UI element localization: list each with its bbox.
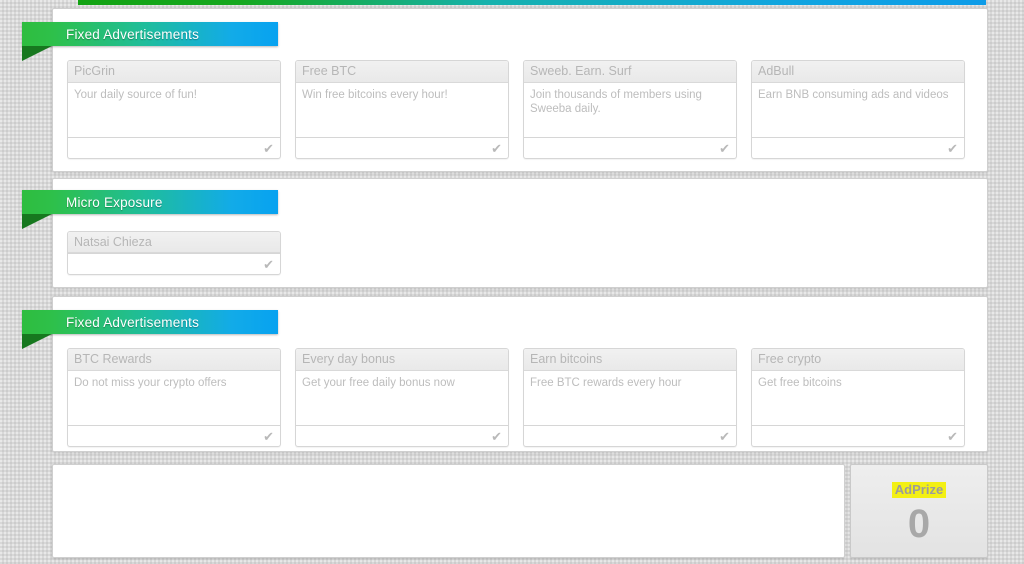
ad-card-description: Join thousands of members using Sweeba d… [530, 89, 702, 115]
ad-card-description: Free BTC rewards every hour [530, 377, 682, 389]
ad-card-title: BTC Rewards [68, 349, 280, 371]
ad-card-description: Get free bitcoins [758, 377, 842, 389]
ad-card[interactable]: PicGrin Your daily source of fun! ✔ [67, 60, 281, 159]
ribbon-banner: Fixed Advertisements [22, 310, 278, 334]
ad-card[interactable]: AdBull Earn BNB consuming ads and videos… [751, 60, 965, 159]
ad-card-title: PicGrin [68, 61, 280, 83]
ad-card-footer: ✔ [68, 425, 280, 446]
check-icon[interactable]: ✔ [263, 258, 274, 271]
ribbon-fold-shape [22, 46, 52, 61]
ad-card[interactable]: BTC Rewards Do not miss your crypto offe… [67, 348, 281, 447]
ad-card[interactable]: Sweeb. Earn. Surf Join thousands of memb… [523, 60, 737, 159]
ad-card-description: Win free bitcoins every hour! [302, 89, 448, 101]
adprize-inner: AdPrize 0 [851, 465, 987, 557]
check-icon[interactable]: ✔ [719, 142, 730, 155]
ad-card-footer: ✔ [752, 425, 964, 446]
section-title: Fixed Advertisements [66, 26, 200, 42]
check-icon[interactable]: ✔ [491, 430, 502, 443]
check-icon[interactable]: ✔ [263, 430, 274, 443]
top-gradient-bar [78, 0, 986, 5]
ad-card[interactable]: Free crypto Get free bitcoins ✔ [751, 348, 965, 447]
ad-card-title: Sweeb. Earn. Surf [524, 61, 736, 83]
ad-card[interactable]: Natsai Chieza ✔ [67, 231, 281, 275]
section-ribbon-micro-exposure: Micro Exposure [22, 190, 278, 229]
check-icon[interactable]: ✔ [263, 142, 274, 155]
ad-card-footer: ✔ [524, 425, 736, 446]
section-title: Micro Exposure [66, 194, 163, 210]
ad-card-row-2: Natsai Chieza ✔ [67, 231, 295, 275]
ribbon-fold-shape [22, 334, 52, 349]
ad-card-title: Natsai Chieza [68, 232, 280, 254]
bottom-content-panel [52, 464, 845, 558]
section-ribbon-fixed-advertisements-2: Fixed Advertisements [22, 310, 278, 349]
ad-card-row-3: BTC Rewards Do not miss your crypto offe… [67, 348, 979, 447]
check-icon[interactable]: ✔ [947, 142, 958, 155]
ad-card-footer: ✔ [68, 253, 280, 274]
section-ribbon-fixed-advertisements-1: Fixed Advertisements [22, 22, 278, 61]
ad-card-footer: ✔ [752, 137, 964, 158]
ad-card[interactable]: Every day bonus Get your free daily bonu… [295, 348, 509, 447]
adprize-title: AdPrize [891, 482, 947, 498]
ad-card-description: Get your free daily bonus now [302, 377, 455, 389]
check-icon[interactable]: ✔ [719, 430, 730, 443]
ad-card-title: AdBull [752, 61, 964, 83]
ad-card-description: Do not miss your crypto offers [74, 377, 227, 389]
section-title: Fixed Advertisements [66, 314, 200, 330]
ad-card[interactable]: Free BTC Win free bitcoins every hour! ✔ [295, 60, 509, 159]
ad-card-description: Your daily source of fun! [74, 89, 197, 101]
ad-card-title: Earn bitcoins [524, 349, 736, 371]
ribbon-banner: Fixed Advertisements [22, 22, 278, 46]
ad-card-footer: ✔ [68, 137, 280, 158]
ad-card-title: Free crypto [752, 349, 964, 371]
ad-card-footer: ✔ [296, 425, 508, 446]
ad-card-title: Free BTC [296, 61, 508, 83]
ad-card[interactable]: Earn bitcoins Free BTC rewards every hou… [523, 348, 737, 447]
adprize-panel[interactable]: AdPrize 0 [850, 464, 988, 558]
ad-card-footer: ✔ [296, 137, 508, 158]
ribbon-fold-shape [22, 214, 52, 229]
check-icon[interactable]: ✔ [947, 430, 958, 443]
ad-card-footer: ✔ [524, 137, 736, 158]
ad-card-description: Earn BNB consuming ads and videos [758, 89, 949, 101]
ad-card-row-1: PicGrin Your daily source of fun! ✔ Free… [67, 60, 979, 159]
ribbon-banner: Micro Exposure [22, 190, 278, 214]
adprize-count: 0 [907, 502, 931, 546]
check-icon[interactable]: ✔ [491, 142, 502, 155]
ad-card-title: Every day bonus [296, 349, 508, 371]
